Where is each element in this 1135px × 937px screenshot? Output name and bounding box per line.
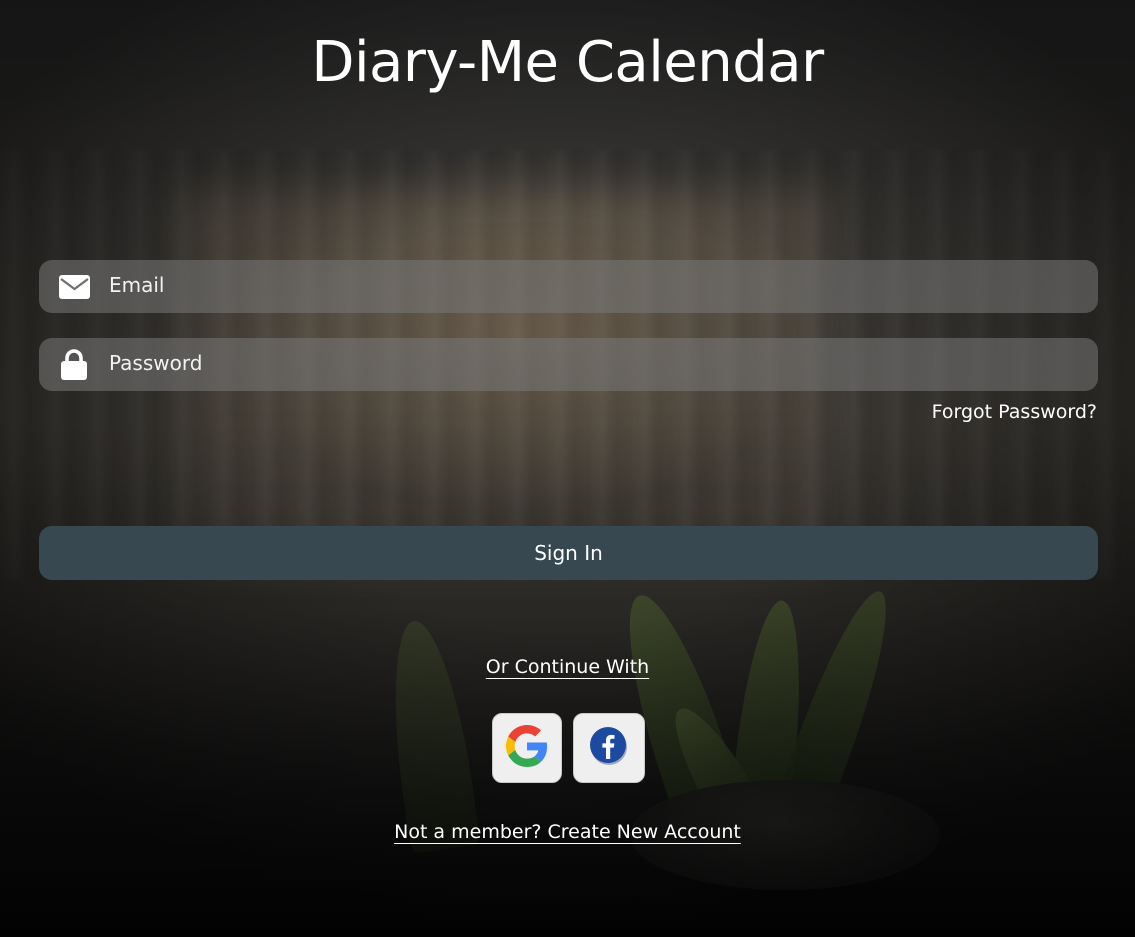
forgot-password-link[interactable]: Forgot Password? bbox=[932, 401, 1097, 423]
background-vignette bbox=[0, 0, 1135, 937]
password-field[interactable] bbox=[39, 336, 1098, 393]
google-icon bbox=[506, 725, 548, 771]
facebook-icon bbox=[589, 726, 629, 770]
password-input[interactable] bbox=[109, 336, 1098, 393]
create-account-section: Not a member? Create New Account bbox=[0, 821, 1135, 843]
continue-with-label: Or Continue With bbox=[485, 656, 650, 678]
envelope-icon bbox=[39, 274, 109, 299]
create-account-link[interactable]: Not a member? Create New Account bbox=[394, 821, 741, 843]
background-photo bbox=[0, 0, 1135, 937]
facebook-signin-button[interactable] bbox=[573, 713, 645, 783]
email-input[interactable] bbox=[109, 258, 1098, 315]
google-signin-button[interactable] bbox=[492, 713, 562, 783]
lock-icon bbox=[39, 349, 109, 380]
continue-with-heading: Or Continue With bbox=[0, 656, 1135, 678]
email-field[interactable] bbox=[39, 258, 1098, 315]
app-title: Diary-Me Calendar bbox=[311, 30, 824, 95]
sign-in-button[interactable]: Sign In bbox=[39, 526, 1098, 580]
